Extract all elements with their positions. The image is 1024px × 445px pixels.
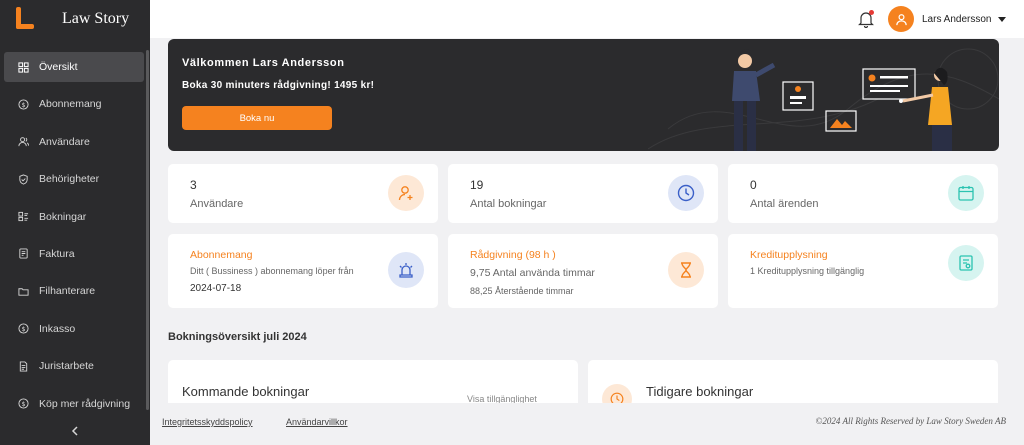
sidebar-item-juristarbete[interactable]: Juristarbete — [4, 351, 144, 381]
sidebar-item-faktura[interactable]: Faktura — [4, 239, 144, 269]
stat-card-users[interactable]: 3 Användare — [168, 164, 438, 223]
caret-down-icon — [997, 16, 1006, 22]
sidebar-item-abonnemang[interactable]: $ Abonnemang — [4, 89, 144, 119]
past-bookings-title: Tidigare bokningar — [646, 384, 754, 399]
sidebar-item-label: Bokningar — [39, 210, 87, 223]
sidebar: Law Story Översikt $ Abonnemang Användar… — [0, 0, 150, 445]
top-header: Lars Andersson — [150, 0, 1024, 38]
advice-card[interactable]: Rådgivning (98 h ) 9,75 Antal använda ti… — [448, 234, 718, 308]
collapse-sidebar-button[interactable] — [68, 424, 82, 438]
hourglass-icon — [668, 252, 704, 288]
upcoming-bookings-title: Kommande bokningar — [182, 384, 310, 399]
dollar-circle-icon: $ — [18, 99, 29, 110]
sidebar-item-filhanterare[interactable]: Filhanterare — [4, 276, 144, 306]
sidebar-item-behorigheter[interactable]: Behörigheter — [4, 164, 144, 194]
calendar-icon — [948, 175, 984, 211]
terms-link[interactable]: Användarvillkor — [286, 417, 348, 427]
stat-label: Användare — [190, 198, 244, 210]
stat-label: Antal bokningar — [470, 198, 547, 210]
subscription-card[interactable]: Abonnemang Ditt ( Bussiness ) abonnemang… — [168, 234, 438, 308]
law-story-logo-icon — [14, 7, 38, 31]
book-now-button[interactable]: Boka nu — [182, 106, 332, 130]
chevron-left-icon — [71, 426, 78, 436]
shield-check-icon — [19, 174, 28, 185]
svg-text:$: $ — [21, 101, 25, 109]
welcome-banner: Välkommen Lars Andersson Boka 30 minuter… — [168, 39, 999, 151]
welcome-title: Välkommen Lars Andersson — [182, 57, 345, 69]
sidebar-item-label: Köp mer rådgivning — [39, 397, 131, 410]
avatar — [888, 6, 914, 32]
copyright: ©2024 All Rights Reserved by Law Story S… — [815, 416, 1006, 426]
sidebar-item-inkasso[interactable]: $ Inkasso — [4, 314, 144, 344]
invoice-icon — [19, 248, 28, 259]
booking-icon — [18, 211, 29, 222]
credit-title: Kreditupplysning — [750, 249, 828, 261]
notifications-button[interactable] — [858, 10, 874, 29]
stat-value: 3 — [190, 178, 197, 192]
sidebar-item-label: Abonnemang — [39, 98, 102, 111]
credit-available: 1 Kreditupplysning tillgänglig — [750, 266, 865, 276]
user-add-icon — [388, 175, 424, 211]
privacy-policy-link[interactable]: Integritetsskyddspolicy — [162, 417, 253, 427]
stat-card-bookings[interactable]: 19 Antal bokningar — [448, 164, 718, 223]
dollar-circle-icon: $ — [18, 323, 29, 334]
dollar-circle-icon: $ — [18, 398, 29, 409]
stat-label: Antal ärenden — [750, 198, 819, 210]
user-menu[interactable]: Lars Andersson — [888, 6, 1006, 32]
users-icon — [18, 137, 29, 147]
siren-icon — [388, 252, 424, 288]
grid-icon — [18, 61, 29, 73]
svg-text:$: $ — [21, 325, 25, 333]
sidebar-nav: Översikt $ Abonnemang Användare Behörigh… — [4, 52, 144, 426]
sidebar-item-oversikt[interactable]: Översikt — [4, 52, 144, 82]
booking-overview-title: Bokningsöversikt juli 2024 — [168, 331, 307, 343]
advice-used-hours: 9,75 Antal använda timmar — [470, 267, 595, 279]
sidebar-item-label: Behörigheter — [39, 173, 100, 186]
advice-remaining-hours: 88,25 Återstående timmar — [470, 286, 574, 296]
user-icon — [895, 13, 907, 25]
folder-icon — [18, 288, 29, 296]
sidebar-item-kop-mer-radgivning[interactable]: $ Köp mer rådgivning — [4, 389, 144, 419]
subscription-start-date: 2024-07-18 — [190, 283, 242, 294]
clock-icon — [668, 175, 704, 211]
stat-value: 0 — [750, 178, 757, 192]
sidebar-item-label: Filhanterare — [39, 285, 96, 298]
advice-title: Rådgivning (98 h ) — [470, 249, 556, 261]
credit-card[interactable]: Kreditupplysning 1 Kreditupplysning till… — [728, 234, 998, 308]
welcome-offer: Boka 30 minuters rådgivning! 1495 kr! — [182, 80, 375, 91]
brand-name: Law Story — [62, 10, 130, 27]
document-icon — [19, 361, 28, 372]
notification-dot — [869, 10, 874, 15]
sidebar-item-label: Översikt — [39, 61, 78, 73]
sidebar-scrollbar[interactable] — [146, 50, 149, 410]
stat-value: 19 — [470, 178, 484, 192]
sidebar-item-anvandare[interactable]: Användare — [4, 127, 144, 157]
sidebar-item-label: Användare — [39, 135, 90, 148]
footer: Integritetsskyddspolicy Användarvillkor … — [150, 403, 1024, 445]
credit-report-icon — [948, 245, 984, 281]
brand[interactable]: Law Story — [0, 0, 150, 38]
subscription-title: Abonnemang — [190, 249, 253, 261]
svg-text:$: $ — [21, 400, 25, 408]
presentation-illustration — [648, 48, 999, 151]
stat-card-cases[interactable]: 0 Antal ärenden — [728, 164, 998, 223]
sidebar-item-label: Faktura — [39, 247, 75, 260]
sidebar-item-label: Inkasso — [39, 322, 76, 335]
sidebar-item-label: Juristarbete — [39, 360, 94, 373]
user-name: Lars Andersson — [922, 13, 992, 25]
subscription-description: Ditt ( Bussiness ) abonnemang löper från — [190, 266, 354, 276]
sidebar-item-bokningar[interactable]: Bokningar — [4, 202, 144, 232]
